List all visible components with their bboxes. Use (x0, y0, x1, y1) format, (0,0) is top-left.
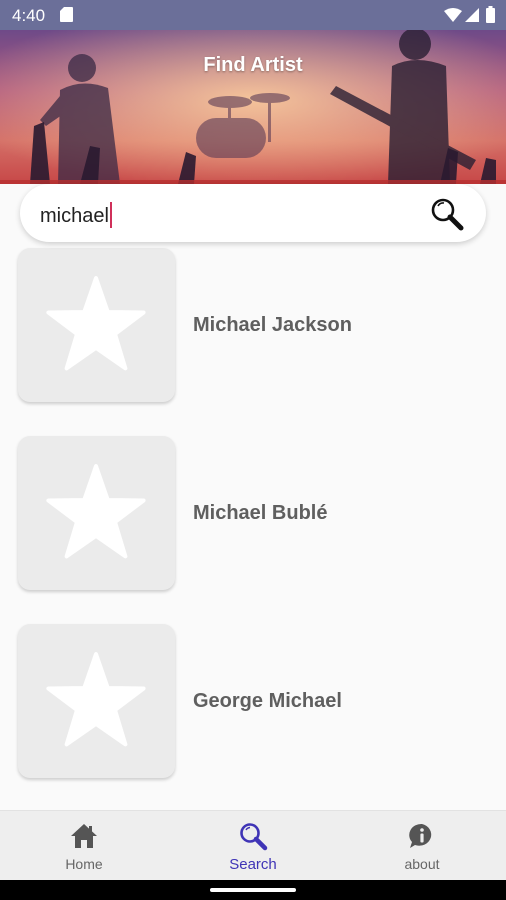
artist-name[interactable]: George Michael (193, 690, 342, 713)
artist-row-george-michael[interactable]: George Michael (0, 624, 506, 778)
home-icon (71, 824, 97, 848)
search-icon[interactable] (430, 197, 464, 231)
page-title: Find Artist (203, 54, 303, 76)
text-caret (109, 202, 112, 228)
artist-name[interactable]: Michael Bublé (193, 502, 327, 525)
header-banner: Find Artist (0, 30, 506, 184)
nav-about[interactable]: about (338, 811, 506, 881)
star-icon (46, 464, 146, 559)
artist-row-michael-jackson[interactable]: Michael Jackson (0, 248, 506, 402)
sd-card-icon (60, 7, 73, 22)
status-bar: 4:40 (0, 0, 506, 30)
artist-name[interactable]: Michael Jackson (193, 314, 352, 337)
search-icon (240, 823, 268, 851)
home-gesture-handle[interactable] (210, 888, 296, 892)
star-icon (46, 652, 146, 747)
bottom-navigation: Home Search about (0, 810, 506, 881)
nav-home-label: Home (65, 856, 103, 872)
search-bar[interactable]: michael (20, 184, 486, 242)
search-input-value: michael (40, 205, 109, 227)
nav-search[interactable]: Search (169, 811, 337, 881)
artist-thumbnail[interactable] (18, 248, 175, 402)
nav-search-label: Search (229, 856, 277, 873)
nav-home[interactable]: Home (0, 811, 168, 881)
search-input[interactable]: michael (40, 202, 112, 228)
info-chat-icon (409, 823, 432, 848)
status-time: 4:40 (12, 6, 46, 25)
artist-row-michael-buble[interactable]: Michael Bublé (0, 436, 506, 590)
star-icon (46, 276, 146, 371)
artist-thumbnail[interactable] (18, 624, 175, 778)
artist-thumbnail[interactable] (18, 436, 175, 590)
battery-icon (486, 6, 495, 23)
wifi-icon (444, 8, 462, 22)
nav-about-label: about (404, 856, 440, 872)
signal-icon (465, 8, 479, 22)
system-gesture-bar (0, 880, 506, 900)
